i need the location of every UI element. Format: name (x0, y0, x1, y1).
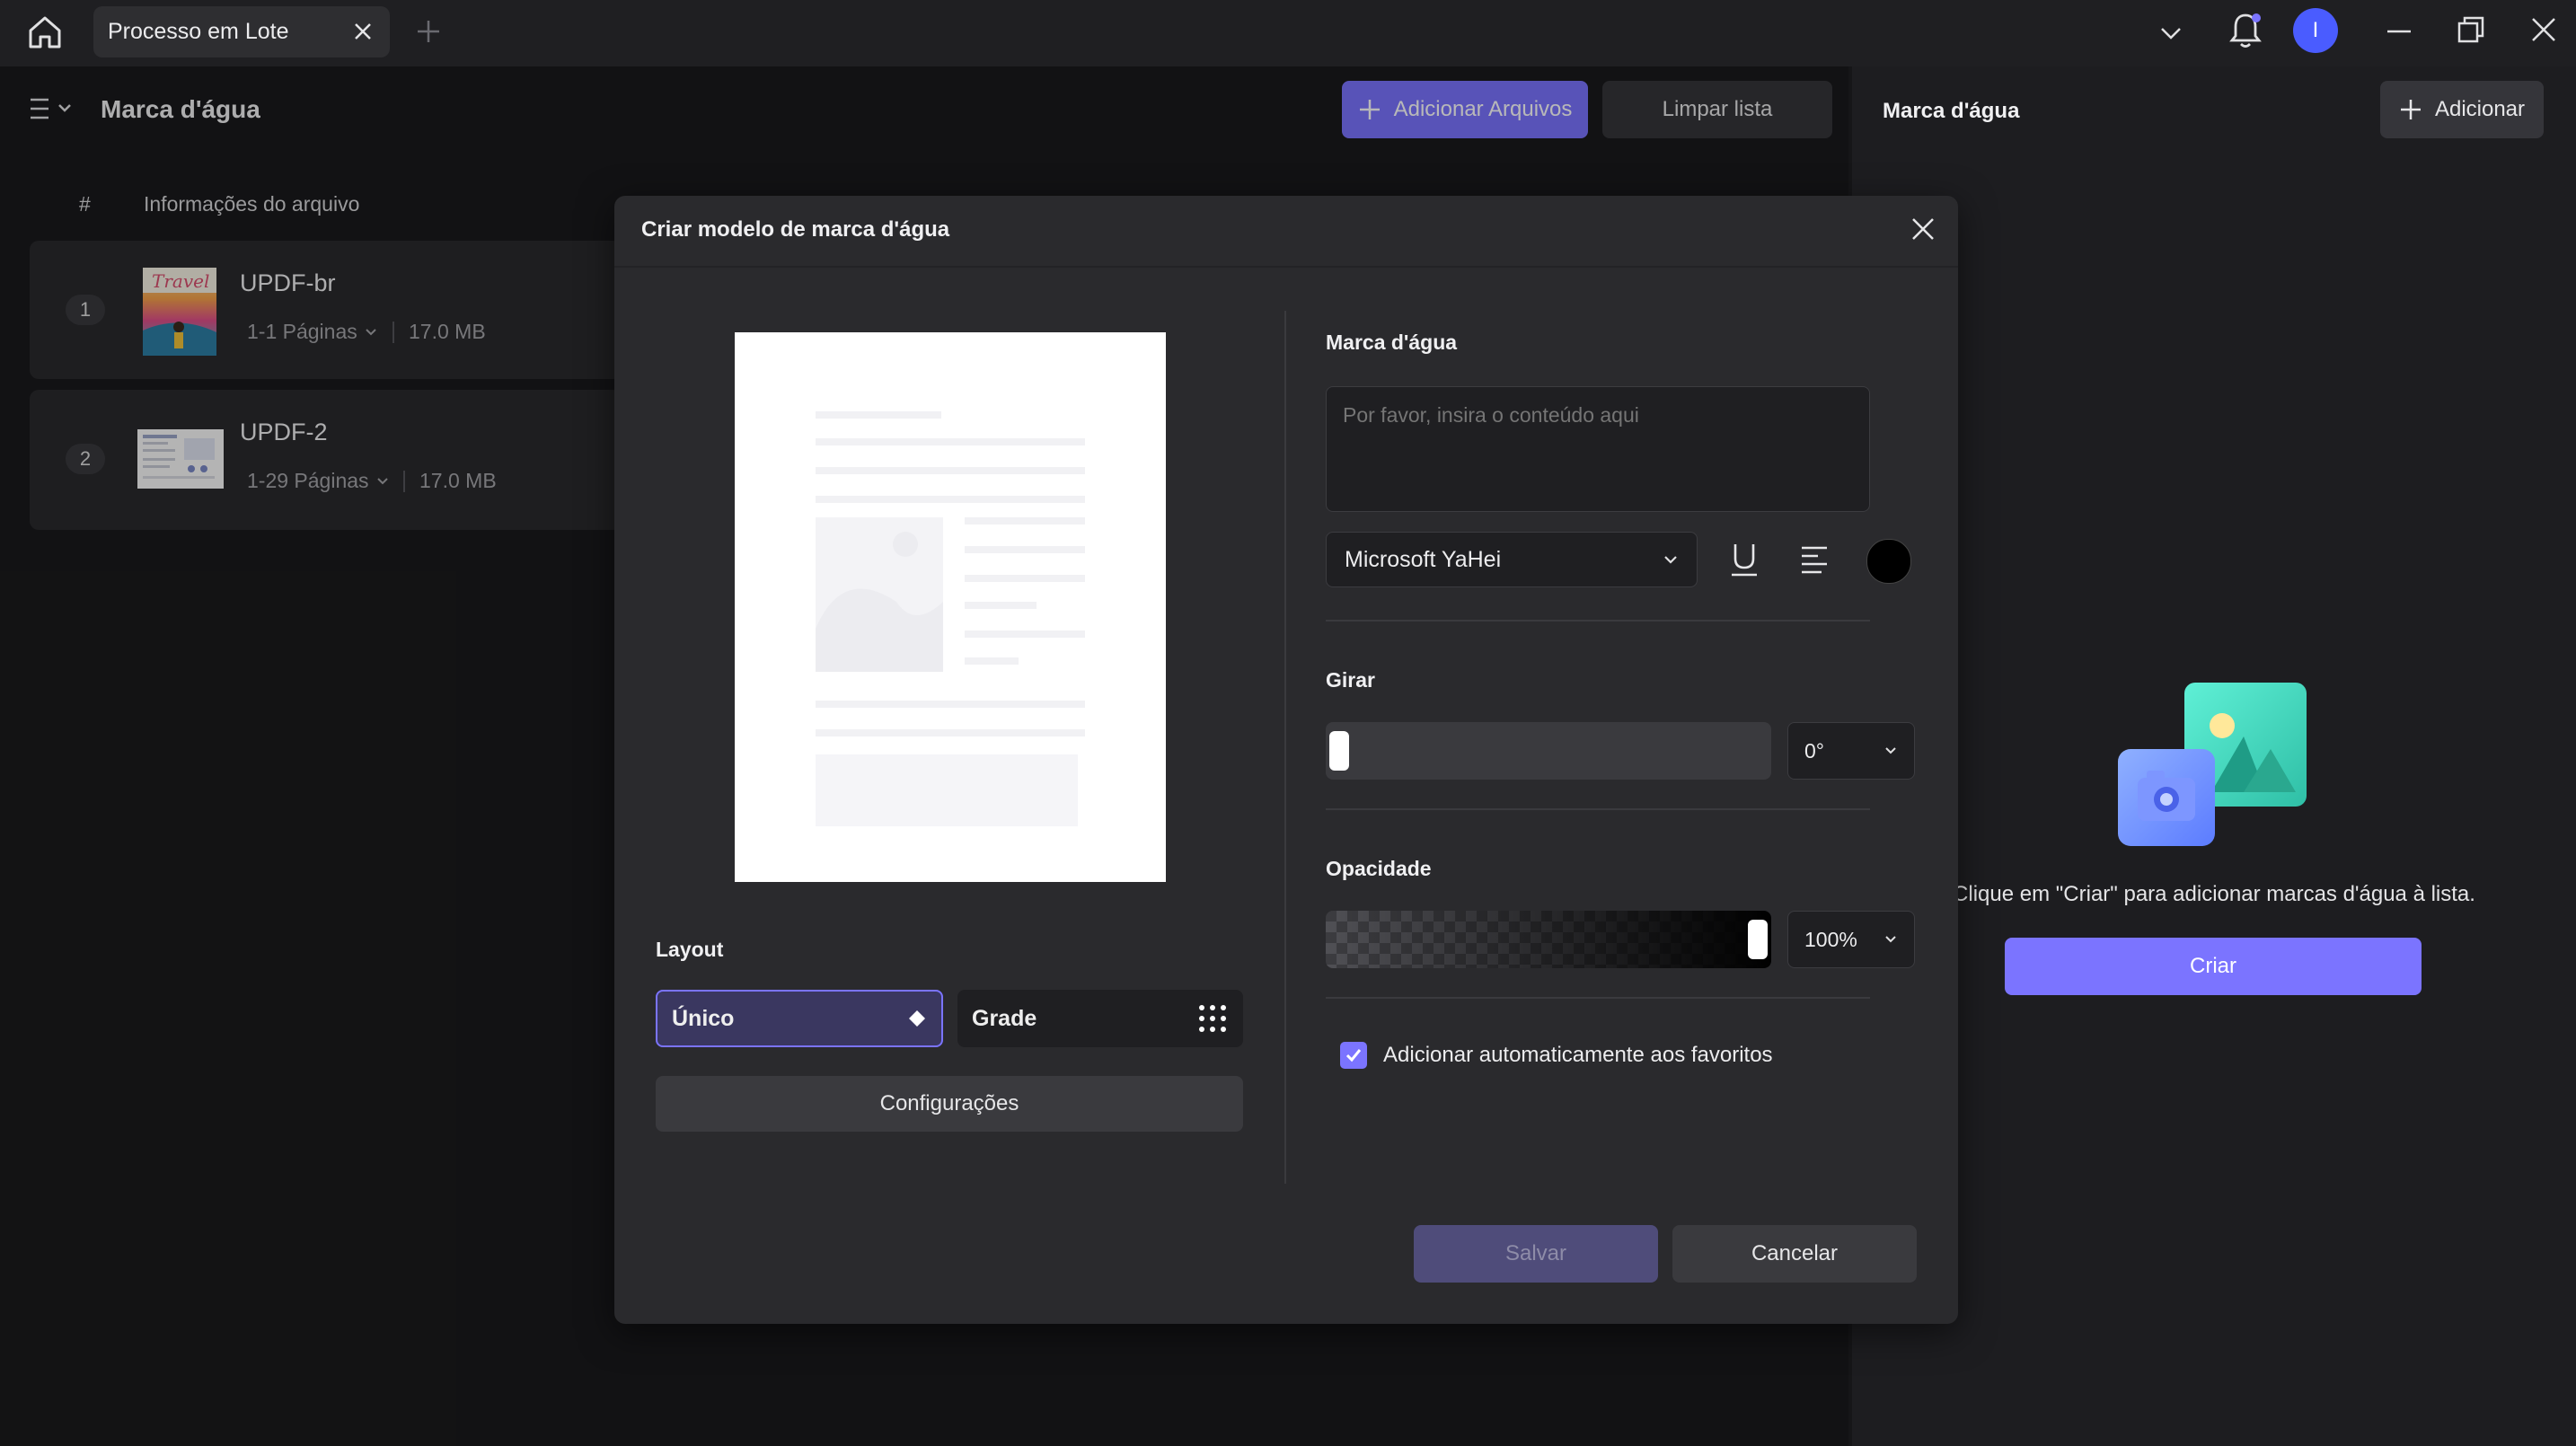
add-label: Adicionar (2434, 97, 2526, 121)
opacity-label: Opacidade (1326, 857, 1432, 880)
home-icon[interactable] (25, 13, 65, 52)
divider (614, 266, 1958, 268)
layout-single-label: Único (672, 1005, 735, 1031)
font-select[interactable]: Microsoft YaHei (1326, 532, 1698, 587)
rotate-select[interactable]: 0° (1787, 722, 1915, 780)
minimize-icon[interactable] (2384, 16, 2414, 47)
new-tab-icon[interactable] (413, 16, 444, 47)
check-icon (1345, 1049, 1362, 1062)
watermark-text-input[interactable] (1326, 386, 1870, 512)
opacity-select[interactable]: 100% (1787, 911, 1915, 968)
opacity-value: 100% (1804, 927, 1857, 951)
rotate-label: Girar (1326, 668, 1375, 692)
chevron-down-icon (1664, 556, 1677, 564)
plus-icon (2400, 100, 2421, 119)
chevron-down-icon (1885, 936, 1896, 943)
align-icon[interactable] (1798, 544, 1831, 575)
layout-label: Layout (656, 938, 724, 961)
close-window-icon[interactable] (2528, 14, 2559, 45)
preview-content (816, 411, 1085, 826)
divider (1326, 808, 1870, 810)
tab-batch[interactable]: Processo em Lote (93, 6, 390, 57)
create-label: Criar (2190, 954, 2236, 978)
auto-favorite-option[interactable]: Adicionar automaticamente aos favoritos (1340, 1042, 1773, 1069)
layout-single-option[interactable]: Único (656, 990, 943, 1047)
create-watermark-dialog: Criar modelo de marca d'água Layout Únic… (614, 196, 1958, 1324)
rotate-slider[interactable] (1326, 722, 1771, 780)
divider (1326, 620, 1870, 622)
chevron-down-icon[interactable] (2157, 20, 2184, 47)
preview-page (735, 332, 1166, 882)
save-label: Salvar (1504, 1241, 1567, 1265)
single-icon (909, 1010, 925, 1027)
tab-label: Processo em Lote (108, 19, 289, 44)
dialog-title: Criar modelo de marca d'água (641, 217, 950, 242)
close-icon[interactable] (352, 21, 374, 42)
layout-grid-label: Grade (972, 1005, 1037, 1031)
grid-icon (1199, 1005, 1226, 1032)
opacity-slider[interactable] (1326, 911, 1771, 968)
image-illustration-icon (2113, 677, 2325, 866)
auto-favorite-label: Adicionar automaticamente aos favoritos (1383, 1043, 1773, 1067)
underline-icon[interactable] (1728, 541, 1760, 578)
text-color-swatch[interactable] (1866, 539, 1911, 584)
divider (1284, 311, 1286, 1184)
avatar[interactable]: I (2293, 8, 2338, 53)
watermark-panel: Marca d'água Adicionar Clique em "Criar"… (1852, 66, 2576, 1446)
divider (1326, 997, 1870, 999)
close-icon[interactable] (1910, 216, 1936, 242)
cancel-button[interactable]: Cancelar (1672, 1225, 1917, 1283)
layout-grid-option[interactable]: Grade (957, 990, 1243, 1047)
auto-favorite-checkbox[interactable] (1340, 1042, 1367, 1069)
avatar-initial: I (2312, 18, 2319, 42)
rotate-slider-thumb[interactable] (1329, 731, 1349, 771)
save-button[interactable]: Salvar (1414, 1225, 1658, 1283)
add-watermark-button[interactable]: Adicionar (2380, 81, 2544, 138)
font-value: Microsoft YaHei (1345, 546, 1502, 572)
opacity-gradient (1326, 911, 1771, 968)
rotate-value: 0° (1804, 738, 1824, 763)
cancel-label: Cancelar (1751, 1241, 1839, 1265)
panel-title: Marca d'água (1883, 99, 2020, 123)
empty-hint: Clique em "Criar" para adicionar marcas … (1953, 882, 2475, 906)
watermark-label: Marca d'água (1326, 331, 1458, 354)
create-button[interactable]: Criar (2005, 938, 2422, 995)
settings-label: Configurações (879, 1091, 1019, 1115)
restore-icon[interactable] (2456, 14, 2486, 45)
opacity-slider-thumb[interactable] (1748, 920, 1768, 959)
chevron-down-icon (1885, 747, 1896, 754)
bell-icon[interactable] (2228, 11, 2263, 50)
settings-button[interactable]: Configurações (656, 1076, 1243, 1132)
title-bar: Processo em Lote I (0, 0, 2576, 66)
